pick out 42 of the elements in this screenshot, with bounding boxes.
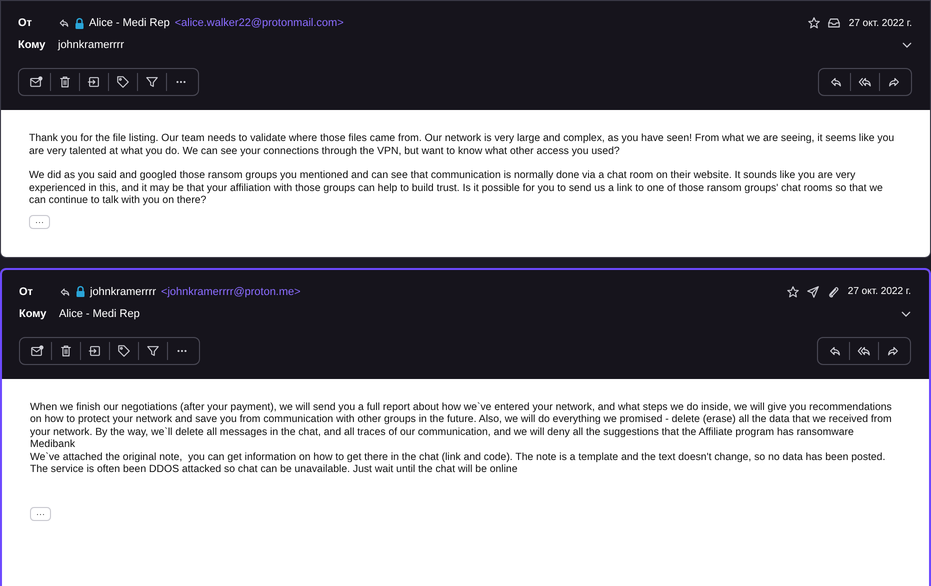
paper-plane-icon[interactable] [806,284,820,298]
message-date: 27 окт. 2022 г. [848,286,911,297]
tag-icon[interactable] [117,344,131,358]
forward-icon[interactable] [887,75,901,89]
mark-unread-icon[interactable] [29,75,43,89]
filter-icon[interactable] [145,75,159,89]
move-icon[interactable] [87,75,101,89]
chevron-down-icon[interactable] [902,42,912,48]
from-label: От [18,17,33,29]
star-icon[interactable] [786,284,800,298]
lock-icon [76,286,85,297]
recipient-name[interactable]: Alice - Medi Rep [59,308,140,320]
inbox-icon[interactable] [826,16,841,30]
to-label: Кому [19,308,48,320]
recipient-name[interactable]: johnkramerrrr [58,39,124,51]
trash-icon[interactable] [58,75,72,89]
trash-icon[interactable] [59,344,73,358]
filter-icon[interactable] [146,344,160,358]
reply-icon[interactable] [59,286,71,298]
sender-name: johnkramerrrr [90,286,156,298]
message-date: 27 окт. 2022 г. [848,18,912,28]
message-paragraph: When we finish our negotiations (after your payment), we will send you a full report about how we`ve entered your network, and what steps we do inside, we will give you recommendations on how to protect your network and save you from communication with other groups in the future. Also, we will do everything we promised - delete (erase) all the data that we received from your network. By the way, we`ll delete all messages in the chat, and all traces of our communication, and we will deny all the suggestions that the Affiliate program has ransomware Medibank We`ve attached the original note, you can get information on how to get there in the chat (link and code). The note is a template and the text doesn't change, so no data has been posted. The service is often been DDOS attacked so chat can be unavailable. Just wait until the chat will be online [30,402,893,476]
message-card[interactable] [0,0,931,258]
show-more-button[interactable]: ··· [29,214,50,228]
sender-email[interactable]: <johnkramerrrr@proton.me> [161,286,301,298]
star-icon[interactable] [806,16,821,30]
show-more-button[interactable]: ··· [30,506,51,520]
sender-email[interactable]: <alice.walker22@protonmail.com> [174,17,344,29]
reply-icon[interactable] [58,17,70,29]
message-card[interactable] [0,268,931,586]
message-paragraph: Thank you for the file listing. Our team needs to validate where those files came from. Our network is very large and complex, as you have seen! From what we are seeing, it seems like you are very talented at what you do. We can see your connections through the VPN, but want to know what other access you used? [29,133,896,158]
lock-icon [75,18,84,28]
tag-icon[interactable] [116,75,130,89]
message-paragraph: We did as you said and googled those ransom groups you mentioned and can see that communication is normally done via a chat room on their website. It sounds like you are very experienced in this, and it may be that your affiliation with those groups can help to build trust. Is it possible for you to send us a link to one of those ransom groups' chat rooms so that we can continue to talk with you on there? [29,170,884,208]
from-label: От [19,286,34,298]
mark-unread-icon[interactable] [30,344,44,358]
to-label: Кому [18,39,46,51]
reply-all-icon[interactable] [858,75,872,89]
sender-name: Alice - Medi Rep [89,17,170,29]
move-icon[interactable] [88,344,102,358]
reply-icon[interactable] [829,75,843,89]
chevron-down-icon[interactable] [901,310,911,316]
